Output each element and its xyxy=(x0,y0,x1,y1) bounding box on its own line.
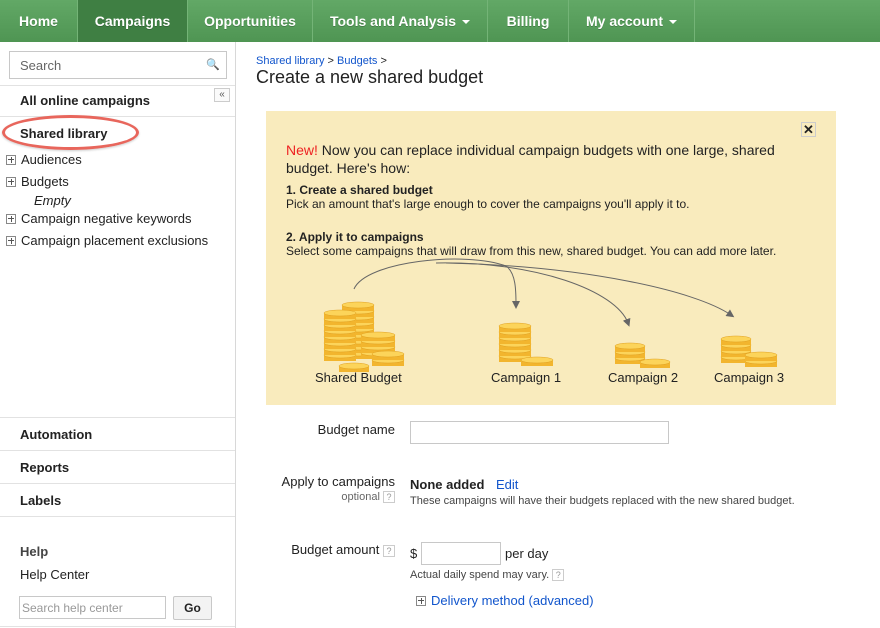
delivery-method-link[interactable]: Delivery method (advanced) xyxy=(431,593,594,608)
breadcrumb-sep: > xyxy=(327,55,334,67)
per-day-label: per day xyxy=(505,546,549,561)
optional-text: optional xyxy=(341,491,380,503)
budget-amount-input[interactable] xyxy=(421,542,501,565)
expand-icon[interactable] xyxy=(6,213,16,224)
chevron-down-icon xyxy=(462,20,471,25)
sidebar-item-labels[interactable]: Labels xyxy=(0,493,235,508)
tree-label: Campaign placement exclusions xyxy=(21,233,209,248)
sidebar-item-shared-library[interactable]: Shared library xyxy=(0,126,235,141)
none-added: None added xyxy=(410,477,485,492)
tab-home[interactable]: Home xyxy=(0,0,78,42)
chevron-down-icon xyxy=(669,20,677,25)
coin xyxy=(341,301,375,309)
coin xyxy=(520,356,554,364)
expand-icon[interactable] xyxy=(6,235,16,246)
label-campaign-1: Campaign 1 xyxy=(491,370,562,385)
coin xyxy=(639,358,671,366)
expand-icon[interactable] xyxy=(416,595,426,606)
breadcrumb-sep: > xyxy=(380,55,387,67)
tree-item-campaign-negative-keywords[interactable]: Campaign negative keywords xyxy=(6,211,192,226)
apply-help-text: These campaigns will have their budgets … xyxy=(410,495,795,507)
go-button[interactable]: Go xyxy=(173,596,212,620)
breadcrumb-budgets[interactable]: Budgets xyxy=(337,55,377,67)
help-icon[interactable]: ? xyxy=(552,569,565,582)
arrow-to-campaign-2 xyxy=(435,262,631,327)
budget-illustration xyxy=(323,258,778,372)
budgets-empty: Empty xyxy=(34,193,71,208)
tree-label: Audiences xyxy=(21,152,82,167)
expand-icon[interactable] xyxy=(6,154,16,165)
tab-campaigns[interactable]: Campaigns xyxy=(78,0,188,42)
coin xyxy=(498,322,532,330)
sidebar: Search 🔍 All online campaigns « Shared li… xyxy=(0,42,236,628)
sidebar-search-input[interactable]: Search 🔍 xyxy=(9,51,227,79)
optional-note: optional ? xyxy=(341,491,395,504)
sidebar-item-all-online-campaigns[interactable]: All online campaigns xyxy=(0,93,235,108)
coin xyxy=(323,309,357,317)
coin xyxy=(744,351,778,359)
coin xyxy=(371,350,405,358)
breadcrumb-shared-library[interactable]: Shared library xyxy=(256,55,324,67)
label-campaign-2: Campaign 2 xyxy=(608,370,679,385)
tab-opportunities[interactable]: Opportunities xyxy=(188,0,313,42)
tree-item-budgets[interactable]: Budgets xyxy=(6,174,69,189)
shared-budget-promo: ✕ New! Now you can replace individual ca… xyxy=(266,111,836,405)
sidebar-item-reports[interactable]: Reports xyxy=(0,460,235,475)
tree-item-audiences[interactable]: Audiences xyxy=(6,152,82,167)
tree-label: Budgets xyxy=(21,174,69,189)
label-shared-budget: Shared Budget xyxy=(315,370,402,385)
coin xyxy=(360,331,396,339)
coin xyxy=(338,362,370,370)
expand-icon[interactable] xyxy=(6,176,16,187)
spend-note-text: Actual daily spend may vary. xyxy=(410,569,550,581)
tree-item-campaign-placement-exclusions[interactable]: Campaign placement exclusions xyxy=(6,233,208,248)
help-search-input[interactable]: Search help center xyxy=(19,596,166,619)
divider xyxy=(0,450,235,451)
arrow-to-campaign-1 xyxy=(353,258,520,309)
divider xyxy=(0,626,235,627)
page-title: Create a new shared budget xyxy=(256,67,484,87)
label-campaign-3: Campaign 3 xyxy=(714,370,785,385)
coin xyxy=(720,335,752,343)
tree-label: Campaign negative keywords xyxy=(21,211,192,226)
budget-amount-label: Budget amount ? xyxy=(291,542,395,557)
budget-amount-text: Budget amount xyxy=(291,542,380,557)
help-icon[interactable]: ? xyxy=(383,491,395,504)
help-heading: Help xyxy=(20,544,49,559)
divider xyxy=(0,483,235,484)
divider xyxy=(0,85,235,86)
coin xyxy=(614,342,646,350)
tab-billing[interactable]: Billing xyxy=(488,0,569,42)
collapse-sidebar-button[interactable]: « xyxy=(214,88,230,102)
sidebar-item-automation[interactable]: Automation xyxy=(0,427,235,442)
search-icon[interactable]: 🔍 xyxy=(206,58,220,71)
budget-name-input[interactable] xyxy=(410,421,669,444)
delivery-method-toggle[interactable]: Delivery method (advanced) xyxy=(416,593,594,608)
tab-label: My account xyxy=(585,13,663,29)
breadcrumb: Shared library > Budgets > xyxy=(256,55,387,67)
edit-link[interactable]: Edit xyxy=(496,477,518,492)
top-nav: Home Campaigns Opportunities Tools and A… xyxy=(0,0,880,42)
search-placeholder: Search xyxy=(20,58,62,73)
divider xyxy=(0,417,235,418)
edit-campaigns-link[interactable]: Edit xyxy=(496,477,518,492)
spend-note: Actual daily spend may vary. ? xyxy=(410,569,565,582)
currency-symbol: $ xyxy=(410,546,418,561)
tab-my-account[interactable]: My account xyxy=(569,0,695,42)
help-icon[interactable]: ? xyxy=(383,544,395,557)
tab-tools-and-analysis[interactable]: Tools and Analysis xyxy=(313,0,488,42)
help-center-link[interactable]: Help Center xyxy=(0,567,235,582)
tab-label: Tools and Analysis xyxy=(329,13,457,29)
divider xyxy=(0,516,235,517)
budget-name-label: Budget name xyxy=(317,422,395,437)
apply-to-campaigns-label: Apply to campaigns xyxy=(281,474,395,489)
